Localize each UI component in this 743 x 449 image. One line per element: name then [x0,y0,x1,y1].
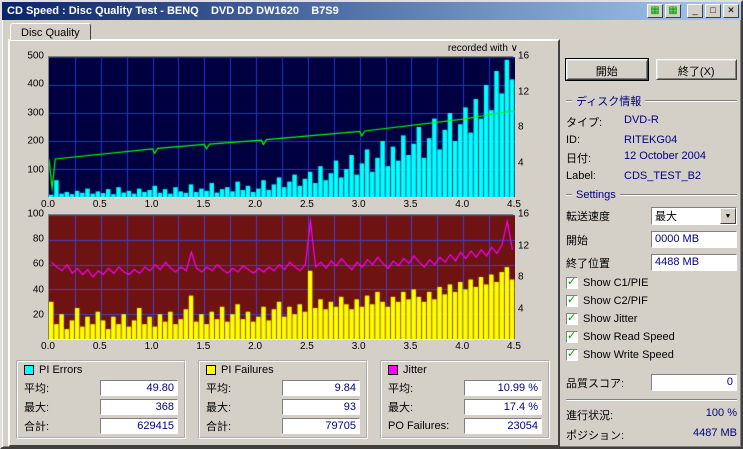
pi-errors-total-label: 合計: [24,421,50,433]
checkbox-show-c2-pif[interactable]: ✓ [566,294,578,307]
position-value: 4487 MB [692,427,737,439]
pi-failures-right-axis: 16 12 8 4 [518,208,530,315]
pi-failures-average-value: 9.84 [282,380,360,396]
pi-errors-max-label: 最大: [24,402,50,414]
pi-failures-x-axis: 0.0 0.5 1.0 1.5 2.0 2.5 3.0 3.5 4.0 4.5 [41,341,521,352]
pi-failures-average-label: 平均: [206,383,232,395]
minimize-button[interactable]: _ [687,4,703,18]
checkbox-show-read-speed-label: Show Read Speed [583,331,675,343]
transfer-speed-select[interactable]: 最大 ▼ [651,207,737,225]
pi-errors-max-value: 368 [100,399,178,415]
checkbox-show-read-speed[interactable]: ✓ [566,330,578,343]
start-button[interactable]: 開始 [565,58,649,81]
disc-label-label: Label: [566,170,596,182]
disc-type-label: タイプ: [566,117,603,129]
maximize-button[interactable]: □ [705,4,721,18]
jitter-swatch [388,365,398,375]
disc-label-value: CDS_TEST_B2 [624,170,702,182]
disc-type-value: DVD-R [624,114,659,126]
jitter-average-value: 10.99 % [464,380,542,396]
tab-control: Disc Quality recorded with ∨ 500 400 300… [8,23,560,447]
end-position-field[interactable]: 4488 MB [651,254,737,271]
po-failures-value: 23054 [464,418,542,434]
settings-header: Settings [566,189,737,201]
pi-errors-swatch [24,365,34,375]
disc-id-label: ID: [566,134,581,146]
pi-errors-left-axis: 500 400 300 200 100 [27,50,44,176]
transfer-speed-label: 転送速度 [566,211,610,223]
pi-errors-chart: 500 400 300 200 100 16 12 8 4 0.0 0.5 1.… [14,50,552,212]
checkbox-show-c2-pif-label: Show C2/PIF [583,295,648,307]
pi-errors-average-label: 平均: [24,383,50,395]
jitter-max-label: 最大: [388,402,414,414]
pi-errors-total-value: 629415 [100,418,178,434]
recorded-with-note: recorded with ∨ [447,43,518,54]
disc-id-value: RITEKG04 [624,134,678,146]
pi-errors-x-axis: 0.0 0.5 1.0 1.5 2.0 2.5 3.0 3.5 4.0 4.5 [41,199,521,210]
close-button[interactable]: ✕ [723,4,739,18]
pi-errors-plot [48,56,515,198]
check-icon: ✓ [567,348,577,360]
app-window: CD Speed : Disc Quality Test - BENQ DVD … [0,0,743,449]
checkbox-show-jitter-label: Show Jitter [583,313,638,325]
check-icon: ✓ [567,294,577,306]
disc-info-header: ディスク情報 [566,93,737,109]
checkbox-show-write-speed-label: Show Write Speed [583,349,674,361]
pi-errors-title: PI Errors [39,364,83,376]
pi-errors-stats-box: PI Errors 平均: 49.80 最大: 368 合計: 629415 [16,360,186,439]
disc-quality-panel: recorded with ∨ 500 400 300 200 100 16 1… [8,39,560,447]
jitter-stats-box: Jitter 平均: 10.99 % 最大: 17.4 % PO Failure… [380,360,550,439]
statistics-row: PI Errors 平均: 49.80 最大: 368 合計: 629415 P… [14,360,552,439]
pi-failures-total-value: 79705 [282,418,360,434]
checkbox-show-c1-pie-label: Show C1/PIE [583,277,649,289]
pi-failures-left-axis: 100 80 60 40 20 [27,208,44,321]
chevron-down-icon[interactable]: ▼ [720,208,736,224]
check-icon: ✓ [567,276,577,288]
tab-row: Disc Quality [8,23,560,40]
jitter-average-label: 平均: [388,383,414,395]
check-icon: ✓ [567,330,577,342]
titlebar-tool-icon-1[interactable]: ▦ [647,4,663,18]
window-title: CD Speed : Disc Quality Test - BENQ DVD … [7,5,339,17]
exit-button[interactable]: 終了(X) [655,59,737,80]
pi-failures-title: PI Failures [221,364,274,376]
checkbox-show-write-speed[interactable]: ✓ [566,348,578,361]
progress-label: 進行状況: [566,410,614,422]
pi-errors-canvas [49,57,515,197]
pi-failures-plot [48,214,515,340]
title-bar: CD Speed : Disc Quality Test - BENQ DVD … [2,2,741,20]
right-panel: 開始 終了(X) ディスク情報 タイプ: DVD-R ID: RITEKG04 … [565,23,737,443]
pi-failures-max-value: 93 [282,399,360,415]
pi-failures-max-label: 最大: [206,402,232,414]
start-position-label: 開始 [566,234,588,247]
end-position-label: 終了位置 [566,257,610,270]
quality-score-value: 0 [651,374,737,391]
pi-errors-average-value: 49.80 [100,380,178,396]
checkbox-show-c1-pie[interactable]: ✓ [566,276,578,289]
start-position-field[interactable]: 0000 MB [651,231,737,248]
titlebar-tool-icon-2[interactable]: ▦ [665,4,681,18]
pi-failures-stats-box: PI Failures 平均: 9.84 最大: 93 合計: 79705 [198,360,368,439]
po-failures-label: PO Failures: [388,420,450,432]
tab-disc-quality[interactable]: Disc Quality [10,23,91,40]
pi-errors-right-axis: 16 12 8 4 [518,50,530,169]
quality-score-label: 品質スコア: [566,377,625,390]
progress-value: 100 % [705,407,737,419]
position-label: ポジション: [566,430,625,442]
window-body: Disc Quality recorded with ∨ 500 400 300… [2,20,741,447]
pi-failures-canvas [49,215,515,339]
check-icon: ✓ [567,312,577,324]
disc-date-label: 日付: [566,153,592,165]
jitter-title: Jitter [403,364,427,376]
pi-failures-swatch [206,365,216,375]
pi-failures-total-label: 合計: [206,421,232,433]
disc-date-value: 12 October 2004 [624,150,706,162]
divider [566,399,737,401]
checkbox-show-jitter[interactable]: ✓ [566,312,578,325]
pi-failures-chart: 100 80 60 40 20 16 12 8 4 0.0 0.5 1.0 1.… [14,208,552,354]
jitter-max-value: 17.4 % [464,399,542,415]
